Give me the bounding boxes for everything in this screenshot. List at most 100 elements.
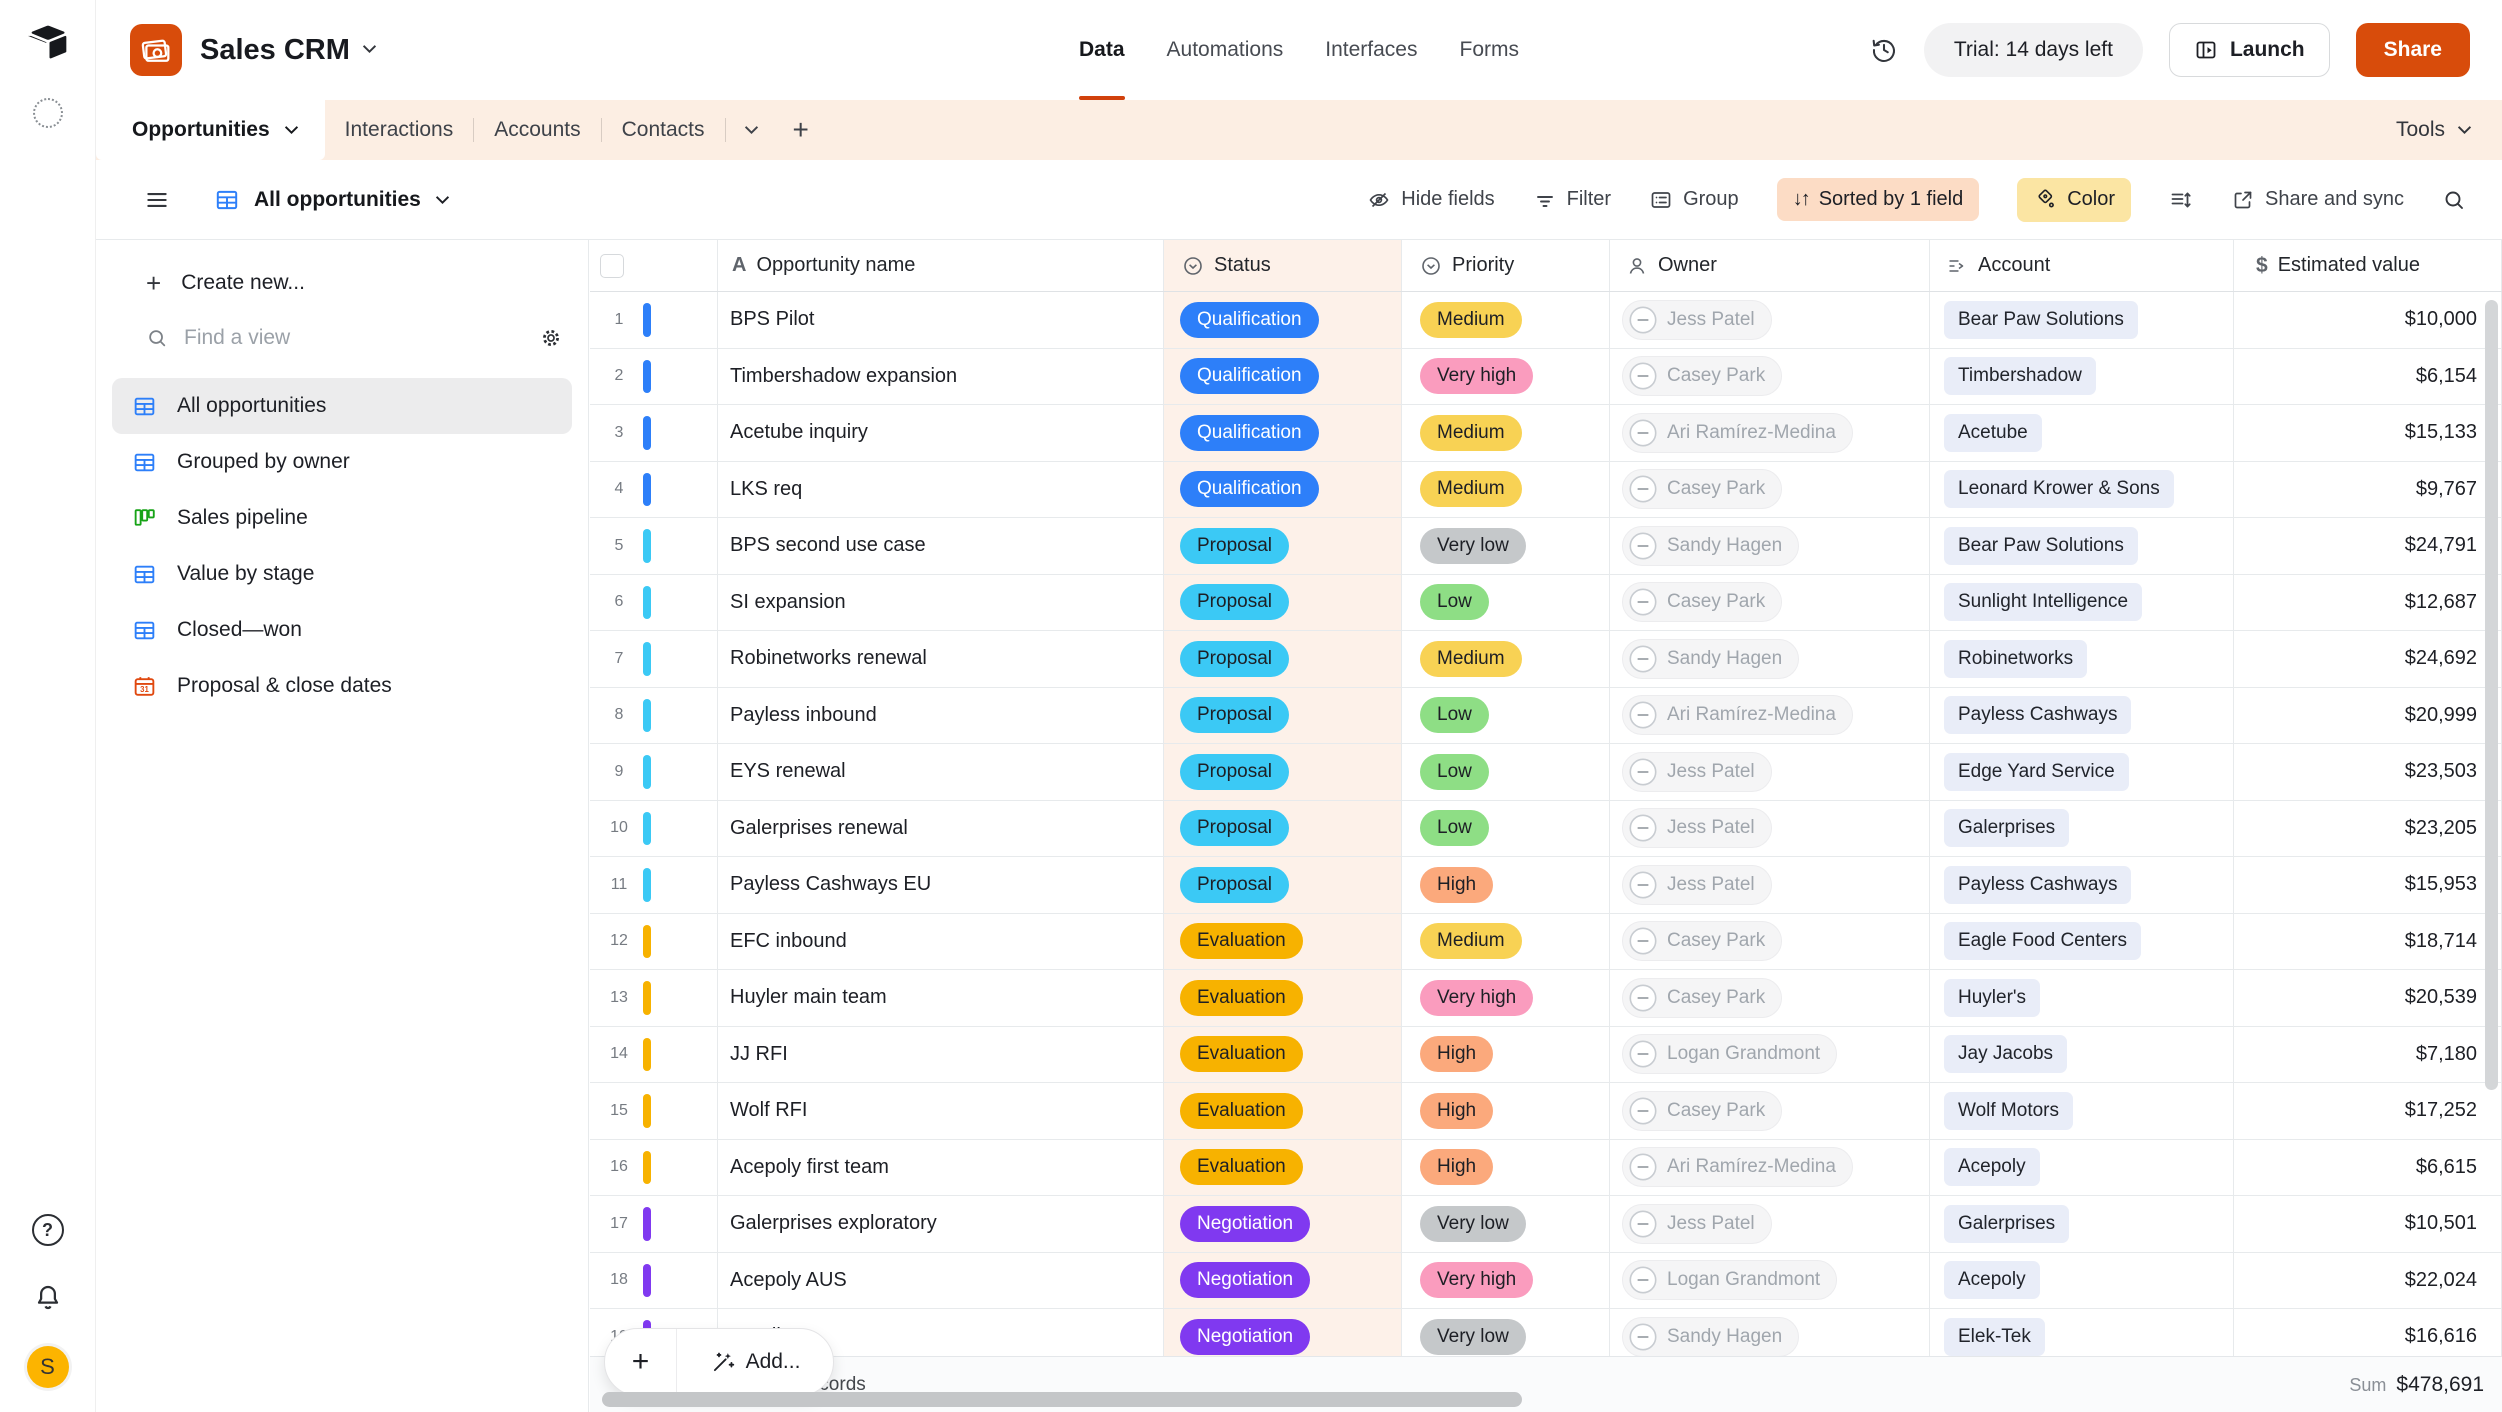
status-cell[interactable]: Proposal <box>1164 688 1402 744</box>
table-row[interactable]: 6SI expansionProposalLowCasey ParkSunlig… <box>590 575 2502 632</box>
row-number-cell[interactable]: 2 <box>590 349 718 405</box>
estimated-value-cell[interactable]: $7,180 <box>2234 1027 2502 1083</box>
table-row[interactable]: 3Acetube inquiryQualificationMediumAri R… <box>590 405 2502 462</box>
opportunity-name-cell[interactable]: EFC inbound <box>718 914 1164 970</box>
row-number-cell[interactable]: 6 <box>590 575 718 631</box>
priority-cell[interactable]: High <box>1402 1083 1610 1139</box>
owner-cell[interactable]: Jess Patel <box>1610 1196 1930 1252</box>
select-all-checkbox[interactable] <box>600 254 624 278</box>
table-row[interactable]: 16Acepoly first teamEvaluationHighAri Ra… <box>590 1140 2502 1197</box>
notifications-bell-icon[interactable] <box>33 1282 63 1312</box>
chevron-down-icon[interactable] <box>362 41 377 59</box>
sidebar-view-sales-pipeline[interactable]: Sales pipeline <box>112 490 572 546</box>
account-cell[interactable]: Robinetworks <box>1930 631 2234 687</box>
row-height-button[interactable] <box>2169 188 2193 212</box>
owner-cell[interactable]: Ari Ramírez-Medina <box>1610 405 1930 461</box>
opportunity-name-cell[interactable]: Robinetworks renewal <box>718 631 1164 687</box>
find-view-input[interactable]: Find a view <box>146 326 562 350</box>
opportunity-name-cell[interactable]: SI expansion <box>718 575 1164 631</box>
priority-cell[interactable]: Very low <box>1402 518 1610 574</box>
owner-cell[interactable]: Casey Park <box>1610 349 1930 405</box>
column-header-owner[interactable]: Owner <box>1610 240 1930 291</box>
nav-tab-data[interactable]: Data <box>1079 0 1125 100</box>
row-number-cell[interactable]: 13 <box>590 970 718 1026</box>
estimated-value-cell[interactable]: $20,999 <box>2234 688 2502 744</box>
launch-button[interactable]: Launch <box>2169 23 2330 77</box>
row-number-cell[interactable]: 16 <box>590 1140 718 1196</box>
table-row[interactable]: 18Acepoly AUSNegotiationVery highLogan G… <box>590 1253 2502 1310</box>
table-row[interactable]: 15Wolf RFIEvaluationHighCasey ParkWolf M… <box>590 1083 2502 1140</box>
table-row[interactable]: 17Galerprises exploratoryNegotiationVery… <box>590 1196 2502 1253</box>
table-row[interactable]: 1BPS PilotQualificationMediumJess PatelB… <box>590 292 2502 349</box>
estimated-value-cell[interactable]: $12,687 <box>2234 575 2502 631</box>
estimated-value-cell[interactable]: $23,205 <box>2234 801 2502 857</box>
row-number-cell[interactable]: 3 <box>590 405 718 461</box>
column-header-status[interactable]: Status <box>1164 240 1402 291</box>
row-number-cell[interactable]: 12 <box>590 914 718 970</box>
priority-cell[interactable]: Very high <box>1402 1253 1610 1309</box>
opportunity-name-cell[interactable]: Galerprises renewal <box>718 801 1164 857</box>
account-cell[interactable]: Payless Cashways <box>1930 857 2234 913</box>
owner-cell[interactable]: Sandy Hagen <box>1610 518 1930 574</box>
opportunity-name-cell[interactable]: Timbershadow expansion <box>718 349 1164 405</box>
row-number-cell[interactable]: 8 <box>590 688 718 744</box>
status-cell[interactable]: Evaluation <box>1164 1083 1402 1139</box>
add-with-ai-button[interactable]: Add... <box>677 1329 833 1395</box>
column-header-account[interactable]: Account <box>1930 240 2234 291</box>
opportunity-name-cell[interactable]: BPS second use case <box>718 518 1164 574</box>
add-record-button[interactable]: + <box>605 1329 677 1395</box>
opportunity-name-cell[interactable]: Payless Cashways EU <box>718 857 1164 913</box>
current-view-switcher[interactable]: All opportunities <box>214 187 450 213</box>
account-cell[interactable]: Galerprises <box>1930 1196 2234 1252</box>
priority-cell[interactable]: High <box>1402 1140 1610 1196</box>
priority-cell[interactable]: Medium <box>1402 631 1610 687</box>
owner-cell[interactable]: Ari Ramírez-Medina <box>1610 1140 1930 1196</box>
search-button[interactable] <box>2442 188 2466 212</box>
owner-cell[interactable]: Casey Park <box>1610 575 1930 631</box>
account-cell[interactable]: Acepoly <box>1930 1253 2234 1309</box>
priority-cell[interactable]: Low <box>1402 575 1610 631</box>
status-cell[interactable]: Qualification <box>1164 405 1402 461</box>
owner-cell[interactable]: Sandy Hagen <box>1610 631 1930 687</box>
status-cell[interactable]: Negotiation <box>1164 1196 1402 1252</box>
priority-cell[interactable]: Low <box>1402 744 1610 800</box>
row-number-cell[interactable]: 14 <box>590 1027 718 1083</box>
priority-cell[interactable]: Low <box>1402 801 1610 857</box>
status-cell[interactable]: Proposal <box>1164 857 1402 913</box>
hide-fields-button[interactable]: Hide fields <box>1367 188 1494 212</box>
create-new-button[interactable]: + Create new... <box>146 270 564 296</box>
opportunity-name-cell[interactable]: LKS req <box>718 462 1164 518</box>
sum-summary[interactable]: Sum $478,691 <box>2349 1373 2484 1397</box>
status-cell[interactable]: Evaluation <box>1164 1027 1402 1083</box>
opportunity-name-cell[interactable]: EYS renewal <box>718 744 1164 800</box>
sidebar-view-closed-won[interactable]: Closed—won <box>112 602 572 658</box>
column-header-priority[interactable]: Priority <box>1402 240 1610 291</box>
estimated-value-cell[interactable]: $24,791 <box>2234 518 2502 574</box>
table-row[interactable]: 10Galerprises renewalProposalLowJess Pat… <box>590 801 2502 858</box>
nav-tab-automations[interactable]: Automations <box>1167 0 1284 100</box>
status-cell[interactable]: Qualification <box>1164 462 1402 518</box>
account-cell[interactable]: Payless Cashways <box>1930 688 2234 744</box>
account-cell[interactable]: Sunlight Intelligence <box>1930 575 2234 631</box>
row-number-cell[interactable]: 4 <box>590 462 718 518</box>
tab-accounts[interactable]: Accounts <box>474 100 600 160</box>
opportunity-name-cell[interactable]: Acepoly first team <box>718 1140 1164 1196</box>
estimated-value-cell[interactable]: $10,000 <box>2234 292 2502 348</box>
tools-menu[interactable]: Tools <box>2396 100 2502 160</box>
sidebar-view-all-opportunities[interactable]: All opportunities <box>112 378 572 434</box>
opportunity-name-cell[interactable]: Payless inbound <box>718 688 1164 744</box>
account-cell[interactable]: Bear Paw Solutions <box>1930 292 2234 348</box>
filter-button[interactable]: Filter <box>1533 188 1611 212</box>
status-cell[interactable]: Negotiation <box>1164 1253 1402 1309</box>
sort-button[interactable]: ↓↑ Sorted by 1 field <box>1777 178 1980 221</box>
owner-cell[interactable]: Casey Park <box>1610 462 1930 518</box>
nav-tab-interfaces[interactable]: Interfaces <box>1325 0 1417 100</box>
status-cell[interactable]: Proposal <box>1164 744 1402 800</box>
status-cell[interactable]: Evaluation <box>1164 914 1402 970</box>
nav-tab-forms[interactable]: Forms <box>1459 0 1519 100</box>
estimated-value-cell[interactable]: $9,767 <box>2234 462 2502 518</box>
history-icon[interactable] <box>1870 36 1898 64</box>
opportunity-name-cell[interactable]: Wolf RFI <box>718 1083 1164 1139</box>
account-cell[interactable]: Eagle Food Centers <box>1930 914 2234 970</box>
table-row[interactable]: 5BPS second use caseProposalVery lowSand… <box>590 518 2502 575</box>
